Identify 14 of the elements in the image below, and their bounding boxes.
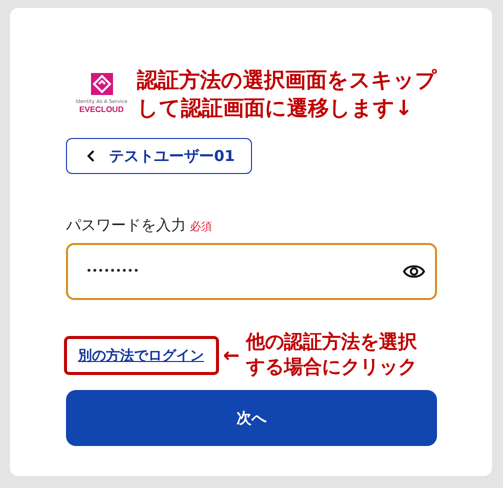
annotation-arrow: ← (223, 343, 240, 367)
required-label: 必須 (190, 219, 212, 234)
field-label: パスワードを入力 (66, 216, 186, 235)
password-field[interactable]: ••••••••• (66, 243, 437, 300)
password-input[interactable]: ••••••••• (84, 265, 403, 278)
annotation-text: 他の認証方法を選択 する場合にクリック (246, 330, 417, 380)
alt-login-link[interactable]: 別の方法でログイン (78, 348, 204, 364)
back-button[interactable]: テストユーザー01 (66, 138, 252, 174)
annotation-text: 認証方法の選択画面をスキップ して認証画面に遷移します↓ (137, 67, 437, 122)
eye-icon[interactable] (403, 264, 425, 279)
chevron-left-icon (87, 150, 95, 162)
next-button[interactable]: 次へ (66, 390, 437, 446)
logo-text: EVECLOUD (79, 105, 124, 115)
logo-icon (90, 73, 112, 95)
